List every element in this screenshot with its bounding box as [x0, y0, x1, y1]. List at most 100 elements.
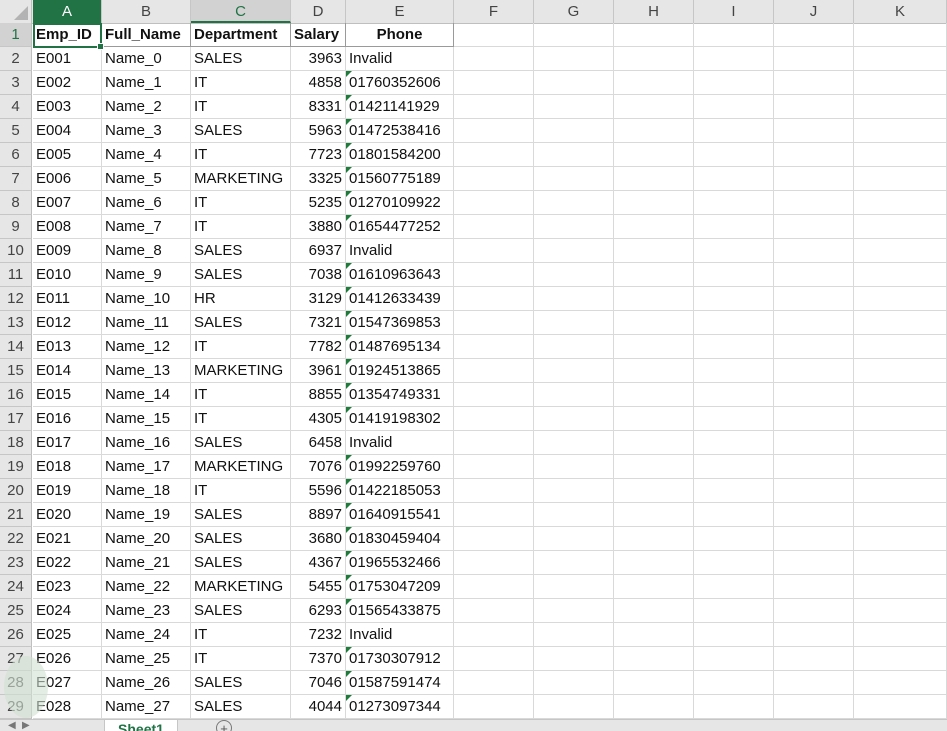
data-cell[interactable]: E015 — [33, 383, 102, 407]
empty-cell[interactable] — [614, 23, 694, 47]
empty-cell[interactable] — [694, 143, 774, 167]
data-cell[interactable]: 7232 — [291, 623, 346, 647]
data-cell[interactable]: 6458 — [291, 431, 346, 455]
column-header-a[interactable]: A — [33, 0, 102, 23]
empty-cell[interactable] — [534, 599, 614, 623]
empty-cell[interactable] — [614, 407, 694, 431]
data-cell[interactable]: E018 — [33, 455, 102, 479]
empty-cell[interactable] — [774, 575, 854, 599]
data-cell[interactable]: MARKETING — [191, 167, 291, 191]
data-cell[interactable]: IT — [191, 71, 291, 95]
data-cell[interactable]: IT — [191, 479, 291, 503]
data-cell[interactable]: 01560775189 — [346, 167, 454, 191]
data-cell[interactable]: Name_10 — [102, 287, 191, 311]
empty-cell[interactable] — [774, 47, 854, 71]
data-cell[interactable]: SALES — [191, 311, 291, 335]
data-cell[interactable]: SALES — [191, 551, 291, 575]
empty-cell[interactable] — [774, 191, 854, 215]
data-cell[interactable]: Name_2 — [102, 95, 191, 119]
data-cell[interactable]: 5235 — [291, 191, 346, 215]
row-header[interactable]: 18 — [0, 431, 32, 455]
header-cell[interactable]: Full_Name — [102, 23, 191, 47]
data-cell[interactable]: IT — [191, 647, 291, 671]
data-cell[interactable]: E023 — [33, 575, 102, 599]
empty-cell[interactable] — [534, 575, 614, 599]
data-cell[interactable]: HR — [191, 287, 291, 311]
empty-cell[interactable] — [614, 503, 694, 527]
data-cell[interactable]: SALES — [191, 239, 291, 263]
spreadsheet-grid[interactable]: A B C D E F G H I J K 1 Emp_ID Full_Name Department Sal… — [0, 0, 947, 719]
data-cell[interactable]: E024 — [33, 599, 102, 623]
empty-cell[interactable] — [614, 599, 694, 623]
select-all-corner[interactable] — [0, 0, 32, 23]
empty-cell[interactable] — [614, 119, 694, 143]
empty-cell[interactable] — [694, 599, 774, 623]
data-cell[interactable]: Name_11 — [102, 311, 191, 335]
data-cell[interactable]: E026 — [33, 647, 102, 671]
row-header[interactable]: 27 — [0, 647, 32, 671]
empty-cell[interactable] — [774, 263, 854, 287]
empty-cell[interactable] — [854, 431, 947, 455]
data-cell[interactable]: 01421141929 — [346, 95, 454, 119]
data-cell[interactable]: 3880 — [291, 215, 346, 239]
data-cell[interactable]: 01730307912 — [346, 647, 454, 671]
column-header-b[interactable]: B — [102, 0, 191, 23]
data-cell[interactable]: 5596 — [291, 479, 346, 503]
data-cell[interactable]: 01801584200 — [346, 143, 454, 167]
data-cell[interactable]: 7370 — [291, 647, 346, 671]
empty-cell[interactable] — [774, 479, 854, 503]
empty-cell[interactable] — [854, 551, 947, 575]
data-cell[interactable]: Invalid — [346, 623, 454, 647]
data-cell[interactable]: E012 — [33, 311, 102, 335]
empty-cell[interactable] — [534, 239, 614, 263]
data-cell[interactable]: IT — [191, 95, 291, 119]
data-cell[interactable]: 01830459404 — [346, 527, 454, 551]
empty-cell[interactable] — [694, 623, 774, 647]
row-header[interactable]: 12 — [0, 287, 32, 311]
empty-cell[interactable] — [454, 479, 534, 503]
empty-cell[interactable] — [694, 647, 774, 671]
empty-cell[interactable] — [534, 311, 614, 335]
empty-cell[interactable] — [694, 263, 774, 287]
empty-cell[interactable] — [774, 503, 854, 527]
empty-cell[interactable] — [534, 527, 614, 551]
empty-cell[interactable] — [854, 503, 947, 527]
empty-cell[interactable] — [694, 383, 774, 407]
data-cell[interactable]: Name_0 — [102, 47, 191, 71]
empty-cell[interactable] — [694, 431, 774, 455]
empty-cell[interactable] — [534, 47, 614, 71]
column-header-h[interactable]: H — [614, 0, 694, 23]
data-cell[interactable]: SALES — [191, 671, 291, 695]
empty-cell[interactable] — [614, 671, 694, 695]
tab-nav-left-icon[interactable]: ◀ — [8, 720, 16, 731]
row-header[interactable]: 21 — [0, 503, 32, 527]
empty-cell[interactable] — [614, 215, 694, 239]
data-cell[interactable]: IT — [191, 407, 291, 431]
data-cell[interactable]: Name_20 — [102, 527, 191, 551]
empty-cell[interactable] — [454, 695, 534, 719]
empty-cell[interactable] — [694, 287, 774, 311]
empty-cell[interactable] — [694, 95, 774, 119]
data-cell[interactable]: IT — [191, 143, 291, 167]
empty-cell[interactable] — [774, 23, 854, 47]
data-cell[interactable]: 01753047209 — [346, 575, 454, 599]
data-cell[interactable]: 3325 — [291, 167, 346, 191]
empty-cell[interactable] — [454, 527, 534, 551]
data-cell[interactable]: E006 — [33, 167, 102, 191]
data-cell[interactable]: Name_13 — [102, 359, 191, 383]
data-cell[interactable]: 7046 — [291, 671, 346, 695]
empty-cell[interactable] — [774, 527, 854, 551]
empty-cell[interactable] — [614, 287, 694, 311]
empty-cell[interactable] — [694, 503, 774, 527]
row-header[interactable]: 28 — [0, 671, 32, 695]
empty-cell[interactable] — [614, 695, 694, 719]
data-cell[interactable]: 7076 — [291, 455, 346, 479]
empty-cell[interactable] — [534, 263, 614, 287]
empty-cell[interactable] — [614, 335, 694, 359]
data-cell[interactable]: E016 — [33, 407, 102, 431]
data-cell[interactable]: 8331 — [291, 95, 346, 119]
empty-cell[interactable] — [774, 455, 854, 479]
empty-cell[interactable] — [614, 239, 694, 263]
data-cell[interactable]: E027 — [33, 671, 102, 695]
empty-cell[interactable] — [854, 263, 947, 287]
